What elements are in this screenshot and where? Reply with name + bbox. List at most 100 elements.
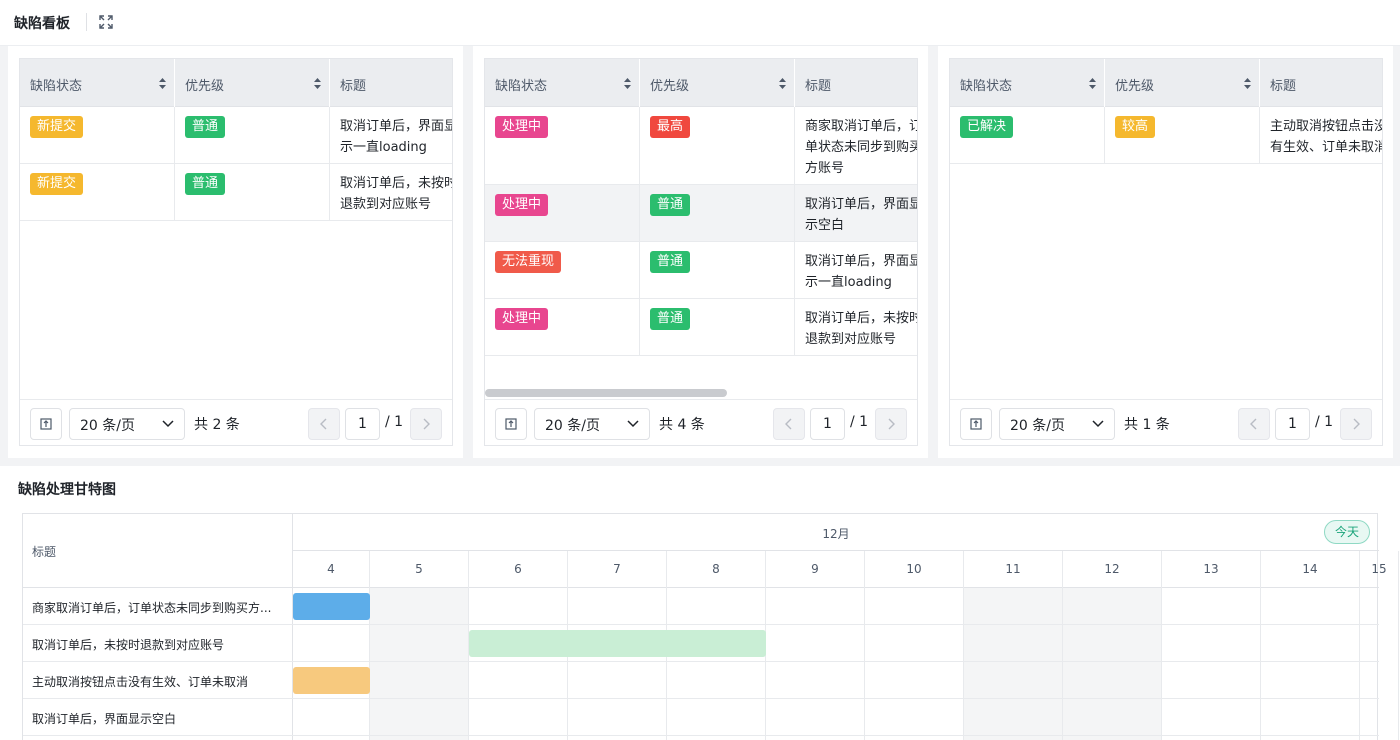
column-settings-button[interactable]	[495, 408, 527, 440]
table-row[interactable]: 处理中 普通 取消订单后，界面显 示空白	[485, 185, 918, 242]
gantt-day-label: 4	[293, 551, 370, 588]
gantt-task-title[interactable]: 取消订单后，未按时退款到对应账号	[23, 625, 293, 662]
status-cell: 无法重现	[485, 242, 640, 298]
gantt-task-bar[interactable]	[293, 593, 370, 620]
scrollbar-thumb[interactable]	[485, 389, 727, 397]
defect-title: 取消订单后，界面显 示一直loading	[340, 119, 453, 155]
title-cell: 主动取消按钮点击没 有生效、订单未取消	[1260, 107, 1382, 163]
header-label: 缺陷状态	[960, 79, 1013, 94]
prev-page-button[interactable]	[773, 408, 805, 440]
priority-cell: 普通	[175, 164, 330, 220]
gantt-day-label: 14	[1261, 551, 1360, 588]
page-size-select[interactable]: 20 条/页	[534, 408, 650, 440]
chevron-right-icon	[888, 418, 895, 430]
status-cell: 处理中	[485, 299, 640, 355]
page-size-select[interactable]: 20 条/页	[69, 408, 185, 440]
column-header-priority[interactable]: 优先级	[175, 59, 330, 107]
gantt-day-column	[370, 588, 469, 740]
total-count: 共 1 条	[1124, 417, 1170, 433]
gantt-day-label: 6	[469, 551, 568, 588]
priority-badge: 最高	[650, 116, 691, 138]
table-row[interactable]: 已解决 较高 主动取消按钮点击没 有生效、订单未取消	[950, 107, 1382, 164]
sort-icon[interactable]	[1244, 78, 1251, 89]
gantt-task-title[interactable]: 取消订单后，界面显示空白	[23, 699, 293, 736]
sort-icon[interactable]	[624, 78, 631, 89]
column-header-status[interactable]: 缺陷状态	[20, 59, 175, 107]
expand-icon[interactable]	[99, 15, 113, 29]
gantt-title: 缺陷处理甘特图	[18, 482, 116, 498]
defect-title: 取消订单后，未按时 退款到对应账号	[340, 176, 453, 212]
column-header-status[interactable]: 缺陷状态	[485, 59, 640, 107]
status-badge: 处理中	[495, 194, 549, 216]
gantt-day-column	[568, 588, 667, 740]
column-header-priority[interactable]: 优先级	[1105, 59, 1260, 107]
gantt-row-divider	[293, 735, 1379, 736]
current-page-input[interactable]: 1	[1275, 408, 1310, 440]
column-settings-button[interactable]	[960, 408, 992, 440]
status-badge: 处理中	[495, 308, 549, 330]
gantt-task-title[interactable]: 商家取消订单后，订单状态未同步到购买方...	[23, 588, 293, 625]
column-header-priority[interactable]: 优先级	[640, 59, 795, 107]
sort-icon[interactable]	[779, 78, 786, 89]
gantt-day-column	[1360, 588, 1399, 740]
column-header-title: 标题	[330, 59, 452, 107]
chevron-down-icon	[162, 420, 174, 428]
prev-page-button[interactable]	[308, 408, 340, 440]
gantt-task-bar[interactable]	[293, 667, 370, 694]
page-count: / 1	[385, 414, 404, 430]
current-page-input[interactable]: 1	[810, 408, 845, 440]
sort-icon[interactable]	[1089, 78, 1096, 89]
table-row[interactable]: 新提交 普通 取消订单后，未按时 退款到对应账号	[20, 164, 453, 221]
priority-badge: 普通	[650, 194, 691, 216]
board-card-1: 缺陷状态 优先级 标题 新提交 普通 取消订单后，界面显 示一直loading …	[8, 46, 463, 458]
gantt-day-column	[667, 588, 766, 740]
column-header-status[interactable]: 缺陷状态	[950, 59, 1105, 107]
next-page-button[interactable]	[1340, 408, 1372, 440]
defect-title: 取消订单后，界面显 示一直loading	[805, 254, 918, 290]
table-row[interactable]: 无法重现 普通 取消订单后，界面显 示一直loading	[485, 242, 918, 299]
title-cell: 取消订单后，界面显 示一直loading	[795, 242, 918, 298]
today-button[interactable]: 今天	[1324, 520, 1370, 544]
table-row[interactable]: 新提交 普通 取消订单后，界面显 示一直loading	[20, 107, 453, 164]
status-badge: 新提交	[30, 173, 84, 195]
current-page-input[interactable]: 1	[345, 408, 380, 440]
priority-badge: 普通	[650, 251, 691, 273]
column-settings-button[interactable]	[30, 408, 62, 440]
gantt-day-label: 11	[964, 551, 1063, 588]
title-cell: 取消订单后，界面显 示空白	[795, 185, 918, 241]
status-cell: 处理中	[485, 107, 640, 184]
sort-icon[interactable]	[314, 78, 321, 89]
defect-title: 商家取消订单后，订 单状态未同步到购买 方账号	[805, 119, 918, 176]
horizontal-scrollbar[interactable]	[485, 389, 917, 397]
gantt-day-label: 10	[865, 551, 964, 588]
gantt-day-column	[1261, 588, 1360, 740]
defect-table: 缺陷状态 优先级 标题 新提交 普通 取消订单后，界面显 示一直loading …	[19, 58, 453, 446]
priority-badge: 普通	[185, 116, 226, 138]
sort-icon[interactable]	[159, 78, 166, 89]
table-settings-icon	[970, 418, 982, 430]
table-row[interactable]: 处理中 普通 取消订单后，未按时 退款到对应账号	[485, 299, 917, 356]
header-divider	[86, 13, 87, 31]
page-size-select[interactable]: 20 条/页	[999, 408, 1115, 440]
table-body: 已解决 较高 主动取消按钮点击没 有生效、订单未取消	[950, 107, 1382, 164]
table-row[interactable]: 处理中 最高 商家取消订单后，订 单状态未同步到购买 方账号	[485, 107, 918, 185]
app-header: 缺陷看板	[0, 0, 1400, 46]
board-card-2: 缺陷状态 优先级 标题 处理中 最高 商家取消订单后，订 单状态未同步到购买 方…	[473, 46, 928, 458]
pagination: 20 条/页 共 4 条 1 / 1	[485, 399, 917, 445]
next-page-button[interactable]	[875, 408, 907, 440]
table-body: 处理中 最高 商家取消订单后，订 单状态未同步到购买 方账号 处理中 普通 取消…	[485, 107, 918, 356]
prev-page-button[interactable]	[1238, 408, 1270, 440]
gantt-task-bar[interactable]	[469, 630, 766, 657]
gantt-day-column	[1162, 588, 1261, 740]
defect-table: 缺陷状态 优先级 标题 已解决 较高 主动取消按钮点击没 有生效、订单未取消 2…	[949, 58, 1383, 446]
defect-title: 取消订单后，界面显 示空白	[805, 197, 918, 233]
table-settings-icon	[40, 418, 52, 430]
table-body: 新提交 普通 取消订单后，界面显 示一直loading 新提交 普通 取消订单后…	[20, 107, 453, 221]
page-count: / 1	[1315, 414, 1334, 430]
next-page-button[interactable]	[410, 408, 442, 440]
gantt-task-title[interactable]: 主动取消按钮点击没有生效、订单未取消	[23, 662, 293, 699]
priority-cell: 最高	[640, 107, 795, 184]
title-cell: 商家取消订单后，订 单状态未同步到购买 方账号	[795, 107, 918, 184]
table-header: 缺陷状态 优先级 标题	[485, 59, 917, 107]
page-count: / 1	[850, 414, 869, 430]
